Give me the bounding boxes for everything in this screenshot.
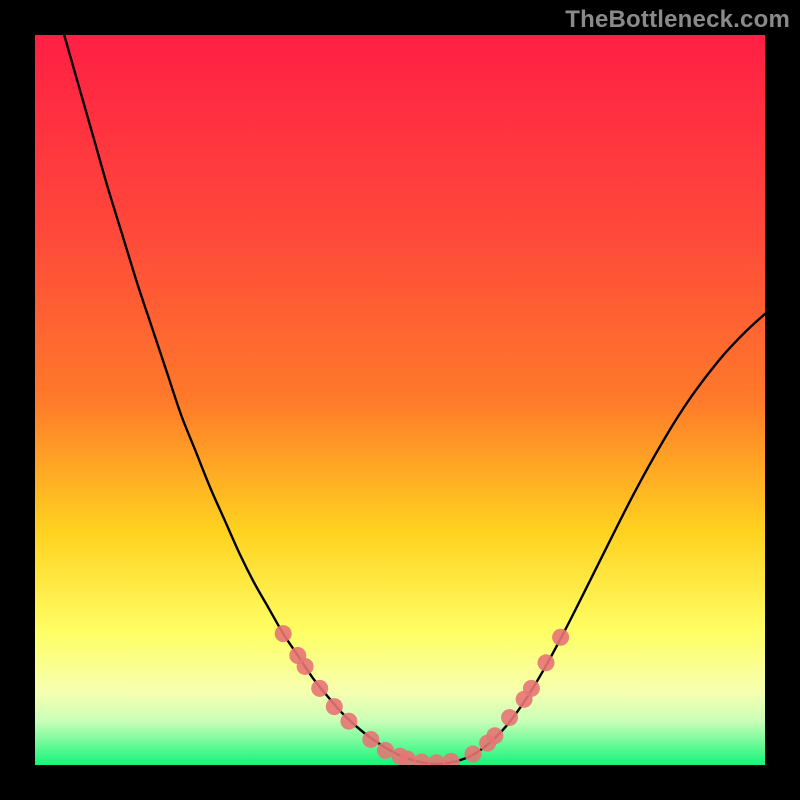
curve-marker	[501, 709, 518, 726]
curve-marker	[377, 742, 394, 759]
curve-marker	[538, 654, 555, 671]
curve-marker	[297, 658, 314, 675]
chart-background	[35, 35, 765, 765]
watermark-text: TheBottleneck.com	[565, 6, 790, 34]
chart-plot-area	[35, 35, 765, 765]
curve-marker	[326, 698, 343, 715]
curve-marker	[275, 625, 292, 642]
curve-marker	[362, 731, 379, 748]
curve-marker	[465, 746, 482, 763]
curve-marker	[552, 629, 569, 646]
curve-marker	[340, 713, 357, 730]
chart-svg	[35, 35, 765, 765]
curve-marker	[523, 680, 540, 697]
curve-marker	[311, 680, 328, 697]
curve-marker	[486, 727, 503, 744]
